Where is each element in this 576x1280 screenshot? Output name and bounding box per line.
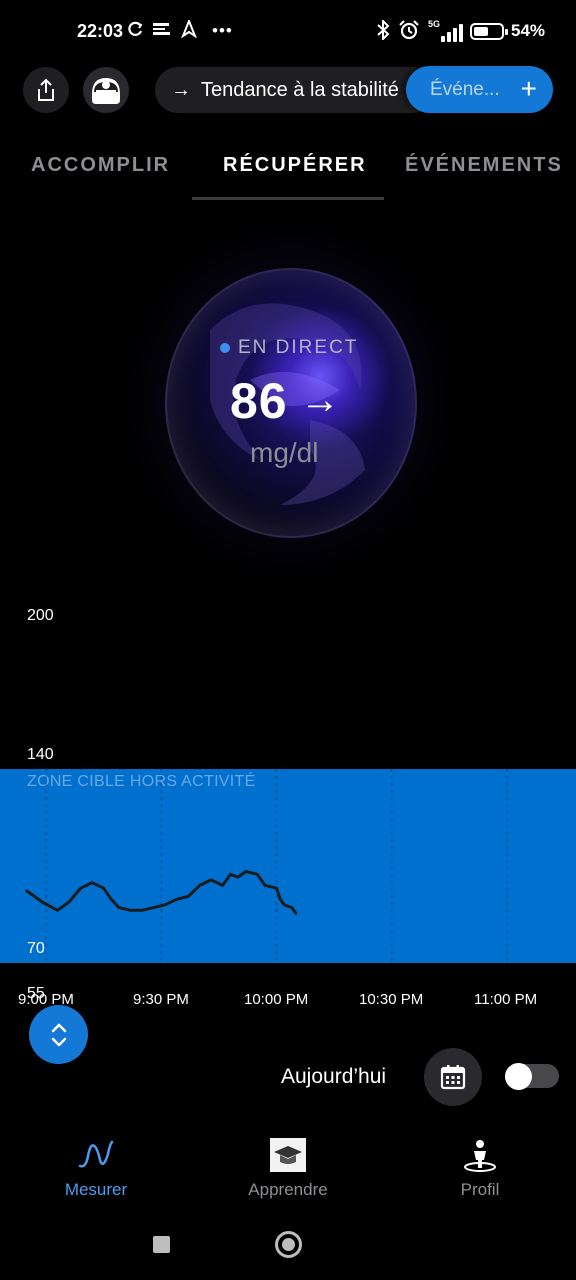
nav-label-apprendre: Apprendre — [248, 1180, 328, 1199]
active-tab-indicator — [192, 197, 384, 200]
live-dot-icon — [220, 343, 230, 353]
y-tick-200: 200 — [27, 607, 54, 624]
nav-label-mesurer: Mesurer — [64, 1180, 128, 1199]
more-icon: ••• — [212, 21, 233, 40]
trend-arrow-icon: → — [171, 78, 191, 101]
system-recents-button[interactable] — [153, 1236, 170, 1253]
nav-mesurer[interactable]: Mesurer — [26, 1138, 166, 1200]
glucose-value: 86 — [230, 373, 288, 429]
x-tick-1000: 10:00 PM — [244, 991, 309, 1008]
status-time: 22:03 — [77, 21, 124, 41]
nav-apprendre[interactable]: Apprendre — [218, 1138, 358, 1200]
live-indicator: EN DIRECT — [220, 337, 358, 359]
battery-percent: 54% — [511, 21, 546, 40]
signal-icon — [429, 22, 463, 42]
add-event-button[interactable]: Événe... + — [406, 66, 553, 113]
calendar-button[interactable] — [424, 1048, 482, 1106]
nav-label-profil: Profil — [460, 1180, 500, 1199]
glucose-chart — [25, 769, 508, 963]
toggle-switch[interactable] — [505, 1063, 559, 1090]
battery-icon — [470, 23, 508, 40]
expand-collapse-icon — [51, 1023, 66, 1046]
tab-recuperer[interactable]: RÉCUPÉRER — [223, 154, 367, 177]
battery-fill — [474, 27, 489, 36]
x-tick-1030: 10:30 PM — [359, 991, 424, 1008]
calendar-icon — [440, 1065, 466, 1090]
trend-pill[interactable]: → Tendance à la stabilité — [155, 67, 435, 113]
nav-profil[interactable]: Profil — [410, 1138, 550, 1200]
expand-chart-button[interactable] — [29, 1005, 88, 1064]
toggle-knob — [505, 1063, 532, 1090]
tab-accomplir[interactable]: ACCOMPLIR — [31, 154, 170, 177]
notification-icon — [152, 20, 172, 44]
person-icon — [464, 1140, 496, 1172]
graduation-cap-icon — [270, 1138, 306, 1172]
share-icon — [38, 78, 54, 101]
live-label: EN DIRECT — [238, 337, 359, 358]
today-label: Aujourd’hui — [281, 1065, 387, 1088]
plus-icon: + — [520, 73, 537, 104]
alarm-icon — [398, 20, 420, 46]
tab-evenements[interactable]: ÉVÉNEMENTS — [405, 154, 563, 177]
x-tick-930: 9:30 PM — [133, 991, 189, 1008]
x-tick-1100: 11:00 PM — [474, 991, 538, 1008]
event-button-label: Événe... — [430, 78, 500, 100]
wave-icon — [78, 1140, 114, 1168]
status-bar: 22:03 ••• 5G 54% — [0, 0, 576, 64]
trend-arrow-right-icon: → — [300, 378, 340, 422]
glucose-unit: mg/dl — [250, 437, 319, 468]
y-tick-140: 140 — [27, 746, 54, 763]
location-icon — [180, 18, 198, 44]
orb-swirl — [210, 303, 365, 505]
sensor-button[interactable] — [83, 67, 129, 113]
trend-text: Tendance à la stabilité — [201, 78, 399, 101]
share-button[interactable] — [23, 67, 69, 113]
sync-icon — [126, 20, 144, 44]
bluetooth-icon — [376, 18, 390, 46]
y-tick-70: 70 — [27, 940, 45, 957]
system-home-button[interactable] — [275, 1231, 302, 1258]
sensor-icon — [92, 78, 120, 104]
glucose-line-series-0 — [25, 870, 298, 915]
